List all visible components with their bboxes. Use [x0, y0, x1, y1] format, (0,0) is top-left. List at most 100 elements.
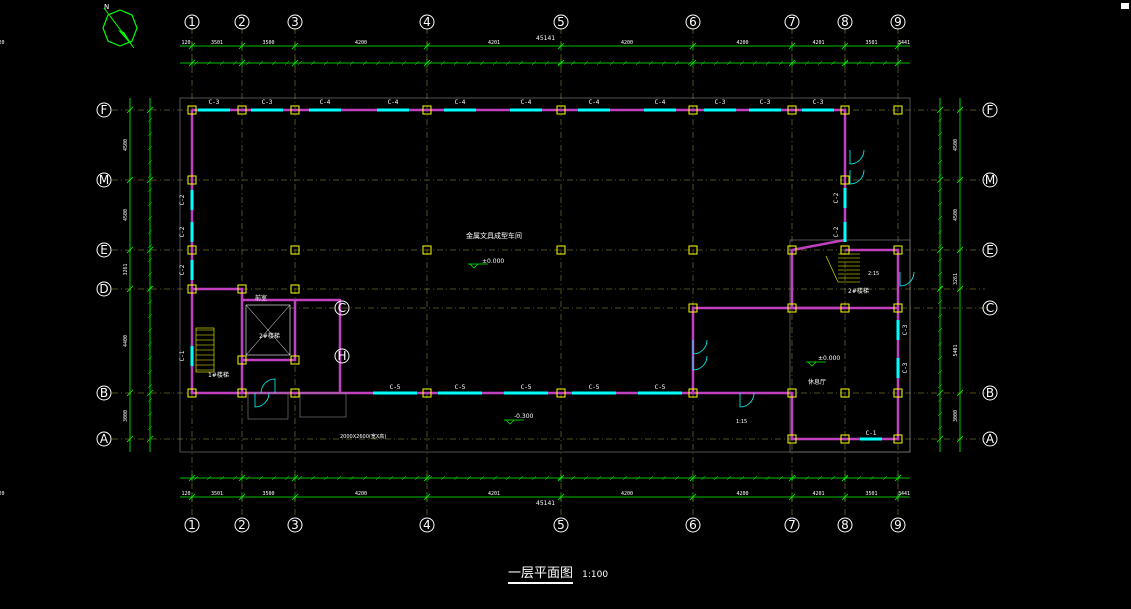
window-label-right: C-2	[833, 192, 840, 203]
window-label-top: C-3	[813, 99, 824, 106]
axis-bubble-bottom: 7	[784, 517, 800, 533]
span-label-bottom: 4201	[488, 491, 500, 497]
span-label-left: 4500	[123, 139, 129, 151]
span-label-top: 4201	[488, 40, 500, 46]
room-labels: 金属文具成型车间 休息厅 1#楼梯 2#楼梯 2#楼梯 前室 ±0.000 ±0…	[208, 35, 879, 507]
axis-bubble-left: B	[96, 385, 112, 401]
axis-bubble-bottom: 5	[553, 517, 569, 533]
door-swing	[739, 392, 755, 408]
window-label-top: C-3	[262, 99, 273, 106]
span-label-left: 3261	[123, 263, 129, 275]
axis-bubble-top: 5	[553, 14, 569, 30]
room-label-workshop: 金属文具成型车间	[466, 231, 522, 240]
axis-bubble-bottom: 8	[837, 517, 853, 533]
wall-exterior-top-right	[192, 108, 847, 310]
span-label-right: 3000	[953, 410, 959, 422]
svg-text:1: 1	[188, 15, 196, 29]
window-label-bottom: C-5	[521, 384, 532, 391]
window-label-top: C-3	[760, 99, 771, 106]
axis-bubble-left: A	[96, 431, 112, 447]
door-swing	[254, 392, 270, 408]
span-label-left: 4500	[123, 209, 129, 221]
svg-text:B: B	[986, 386, 994, 400]
walls	[179, 97, 911, 453]
axis-bubble-right: M	[982, 172, 998, 188]
svg-text:8: 8	[841, 15, 849, 29]
svg-text:2: 2	[238, 15, 246, 29]
span-label-top: 120	[0, 40, 5, 46]
axis-bubble-bottom: 6	[685, 517, 701, 533]
svg-text:C: C	[338, 301, 346, 315]
axis-bubble-top: 1	[184, 14, 200, 30]
window-label-top: C-3	[715, 99, 726, 106]
wall-stair-room	[192, 287, 297, 362]
svg-text:9: 9	[894, 518, 902, 532]
door-swing	[692, 355, 708, 371]
span-label-top: 4201	[812, 40, 824, 46]
door-swing	[899, 271, 915, 287]
floor-plan-drawing: N 1 1 2 2 3 3 4 4 5 5 6 6 7 7 8 8 9 9 F M E D B A F M E C B A C H 金属文具成…	[0, 3, 998, 533]
svg-text:H: H	[337, 349, 346, 363]
svg-text:F: F	[987, 103, 994, 117]
window-label-bottom: C-5	[655, 384, 666, 391]
axis-bubble-top: 2	[234, 14, 250, 30]
span-label-right: 3261	[953, 273, 959, 285]
span-label-bottom: 3500	[262, 491, 274, 497]
note-slope-2: 2:15	[868, 271, 879, 277]
axis-bubble-top: 3	[287, 14, 303, 30]
svg-text:3: 3	[291, 15, 299, 29]
window-label-left: C-2	[179, 194, 186, 205]
wall-exterior-bottom	[420, 306, 845, 395]
door-swing	[849, 169, 865, 185]
door-swing	[692, 339, 708, 355]
svg-text:E: E	[986, 243, 994, 257]
drawing-title-block: 一层平面图 1:100	[508, 562, 608, 584]
window-label-lounge: C-1	[866, 430, 877, 437]
svg-text:4: 4	[423, 518, 431, 532]
span-label-bottom: 4200	[736, 491, 748, 497]
span-label-bottom: 120	[0, 491, 5, 497]
span-label-top: 3501	[211, 40, 223, 46]
axis-bubble-bottom: 2	[234, 517, 250, 533]
svg-text:9: 9	[894, 15, 902, 29]
axis-bubble-left: E	[96, 242, 112, 258]
window-label-right: C-2	[833, 226, 840, 237]
window-label-right: C-3	[902, 324, 909, 335]
span-label-bottom: 4201	[812, 491, 824, 497]
span-label-bottom: 3501	[865, 491, 877, 497]
window-label-top: C-4	[521, 99, 532, 106]
span-label-bottom: 3501	[211, 491, 223, 497]
wall-stair2	[845, 248, 900, 308]
axis-grid-lines	[112, 28, 985, 518]
level-floor-lounge: ±0.000	[818, 355, 840, 362]
window-label-bottom: C-5	[589, 384, 600, 391]
room-label-stair2: 2#楼梯	[848, 287, 869, 295]
axis-bubble-right: A	[982, 431, 998, 447]
window-label-right: C-3	[902, 362, 909, 373]
axis-bubble-inner: H	[334, 348, 350, 364]
svg-text:M: M	[99, 173, 109, 187]
door-swing	[849, 149, 865, 165]
span-label-bottom: 3441	[898, 491, 910, 497]
span-label-right: 4500	[953, 209, 959, 221]
outline-bounds	[179, 97, 911, 453]
span-label-left: 4400	[123, 335, 129, 347]
axis-bubble-left: D	[96, 281, 112, 297]
svg-text:B: B	[100, 386, 108, 400]
span-label-right: 4500	[953, 139, 959, 151]
axis-bubble-left: F	[96, 102, 112, 118]
svg-text:4: 4	[423, 15, 431, 29]
window-label-left: C-2	[179, 264, 186, 275]
overall-dim-top: 45141	[536, 35, 555, 42]
axis-bubble-right: E	[982, 242, 998, 258]
span-label-top: 3501	[865, 40, 877, 46]
svg-text:6: 6	[689, 15, 697, 29]
axis-bubble-bottom: 4	[419, 517, 435, 533]
level-marker	[806, 361, 826, 367]
axis-bubble-bottom: 1	[184, 517, 200, 533]
axis-bubble-top: 9	[890, 14, 906, 30]
svg-text:A: A	[100, 432, 109, 446]
svg-text:E: E	[100, 243, 108, 257]
north-arrow-icon: N	[102, 3, 138, 49]
span-label-top: 4200	[621, 40, 633, 46]
